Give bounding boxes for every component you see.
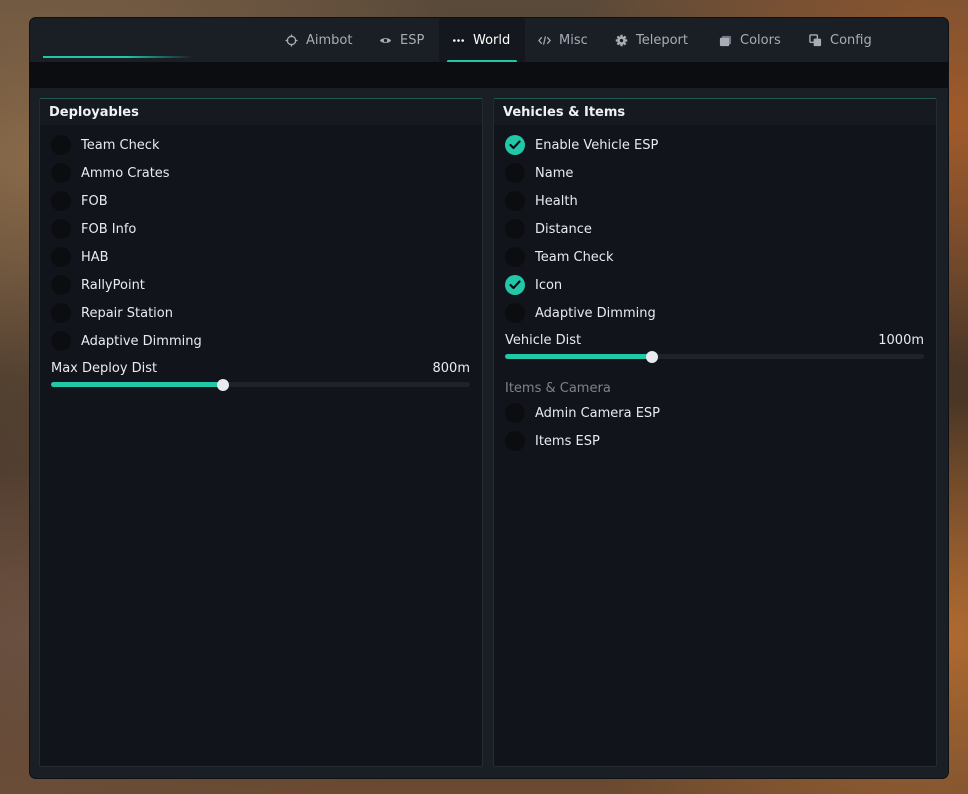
section-label: Items & Camera	[505, 380, 611, 396]
toggle-ammo-crates[interactable]: Ammo Crates	[40, 159, 482, 187]
checkbox-icon[interactable]	[505, 219, 525, 239]
checkbox-icon[interactable]	[51, 191, 71, 211]
toggle-health[interactable]: Health	[494, 187, 936, 215]
checkbox-icon[interactable]	[51, 303, 71, 323]
tab-label: Colors	[740, 32, 781, 48]
checkbox-icon[interactable]	[51, 163, 71, 183]
max-deploy-dist-slider[interactable]	[51, 378, 470, 391]
toggle-label: FOB Info	[81, 221, 137, 237]
tab-world[interactable]: World	[439, 18, 525, 63]
panel-title: Deployables	[40, 99, 482, 125]
checkbox-icon[interactable]	[505, 275, 525, 295]
toggle-label: Enable Vehicle ESP	[535, 137, 659, 153]
toggle-label: HAB	[81, 249, 109, 265]
toggle-label: Adaptive Dimming	[535, 305, 656, 321]
toggle-enable-vehicle-esp[interactable]: Enable Vehicle ESP	[494, 131, 936, 159]
toggle-label: Adaptive Dimming	[81, 333, 202, 349]
checkbox-icon[interactable]	[505, 303, 525, 323]
toggle-label: Icon	[535, 277, 563, 293]
toggle-label: Health	[535, 193, 578, 209]
tab-label: Teleport	[636, 32, 688, 48]
crosshair-icon	[284, 33, 298, 47]
dots-icon	[451, 33, 465, 47]
checkbox-icon[interactable]	[505, 403, 525, 423]
tab-label: World	[473, 32, 511, 48]
tab-misc[interactable]: Misc	[529, 18, 596, 62]
checkbox-icon[interactable]	[505, 163, 525, 183]
vehicle-dist-slider-group: Vehicle Dist 1000m	[494, 331, 936, 363]
toggle-adaptive-dimming[interactable]: Adaptive Dimming	[494, 299, 936, 327]
tab-label: ESP	[400, 32, 425, 48]
vehicle-dist-slider[interactable]	[505, 350, 924, 363]
toggle-label: Repair Station	[81, 305, 173, 321]
items-camera-list: Admin Camera ESP Items ESP	[494, 399, 936, 455]
slider-label: Max Deploy Dist	[51, 360, 158, 376]
panel-title: Vehicles & Items	[494, 99, 936, 125]
vehicles-items-panel: Vehicles & Items Enable Vehicle ESP Name H…	[493, 98, 937, 767]
toggle-rallypoint[interactable]: RallyPoint	[40, 271, 482, 299]
toggle-label: Distance	[535, 221, 592, 237]
toggle-distance[interactable]: Distance	[494, 215, 936, 243]
tab-label: Misc	[559, 32, 588, 48]
gear-icon	[614, 33, 628, 47]
copy-icon	[808, 33, 822, 47]
max-deploy-dist-slider-group: Max Deploy Dist 800m	[40, 359, 482, 391]
checkbox-icon[interactable]	[51, 275, 71, 295]
tab-bar: Aimbot ESP World Misc Teleport Colors Co…	[30, 18, 948, 63]
toggle-team-check[interactable]: Team Check	[40, 131, 482, 159]
slider-knob[interactable]	[216, 378, 229, 391]
toggle-repair-station[interactable]: Repair Station	[40, 299, 482, 327]
slider-knob[interactable]	[645, 350, 658, 363]
tab-esp[interactable]: ESP	[370, 18, 432, 62]
menu-window: Aimbot ESP World Misc Teleport Colors Co…	[30, 18, 948, 778]
toggle-fob[interactable]: FOB	[40, 187, 482, 215]
toggle-label: Ammo Crates	[81, 165, 170, 181]
toggle-name[interactable]: Name	[494, 159, 936, 187]
checkbox-icon[interactable]	[505, 191, 525, 211]
tab-label: Aimbot	[306, 32, 353, 48]
slider-value: 1000m	[878, 332, 924, 348]
toggle-team-check[interactable]: Team Check	[494, 243, 936, 271]
tab-config[interactable]: Config	[800, 18, 880, 62]
checkbox-icon[interactable]	[51, 135, 71, 155]
toggle-label: Admin Camera ESP	[535, 405, 661, 421]
toggle-items-esp[interactable]: Items ESP	[494, 427, 936, 455]
checkbox-icon[interactable]	[505, 431, 525, 451]
palette-icon	[718, 33, 732, 47]
slider-fill	[505, 354, 652, 359]
content-area: Deployables Team Check Ammo Crates FOB FOB …	[30, 88, 948, 778]
eye-icon	[378, 33, 392, 47]
toggle-adaptive-dimming[interactable]: Adaptive Dimming	[40, 327, 482, 355]
tab-label: Config	[830, 32, 872, 48]
checkbox-icon[interactable]	[51, 219, 71, 239]
toggle-label: RallyPoint	[81, 277, 145, 293]
deployables-list: Team Check Ammo Crates FOB FOB Info HAB Rally…	[40, 125, 482, 355]
toggle-label: FOB	[81, 193, 108, 209]
toggle-label: Team Check	[535, 249, 614, 265]
toggle-hab[interactable]: HAB	[40, 243, 482, 271]
toggle-label: Team Check	[81, 137, 160, 153]
slider-value: 800m	[432, 360, 470, 376]
deployables-panel: Deployables Team Check Ammo Crates FOB FOB …	[39, 98, 483, 767]
checkbox-icon[interactable]	[505, 247, 525, 267]
tab-teleport[interactable]: Teleport	[606, 18, 696, 62]
toggle-label: Items ESP	[535, 433, 600, 449]
vehicles-list: Enable Vehicle ESP Name Health Distance Team…	[494, 125, 936, 327]
checkbox-icon[interactable]	[51, 247, 71, 267]
brand-accent-line	[43, 56, 193, 58]
toggle-icon[interactable]: Icon	[494, 271, 936, 299]
tab-aimbot[interactable]: Aimbot	[276, 18, 360, 62]
code-icon	[537, 33, 551, 47]
tab-colors[interactable]: Colors	[710, 18, 789, 62]
sub-tab-bar	[30, 62, 948, 88]
checkbox-icon[interactable]	[505, 135, 525, 155]
toggle-label: Name	[535, 165, 574, 181]
slider-fill	[51, 382, 223, 387]
checkbox-icon[interactable]	[51, 331, 71, 351]
toggle-admin-camera-esp[interactable]: Admin Camera ESP	[494, 399, 936, 427]
toggle-fob-info[interactable]: FOB Info	[40, 215, 482, 243]
slider-label: Vehicle Dist	[505, 332, 582, 348]
